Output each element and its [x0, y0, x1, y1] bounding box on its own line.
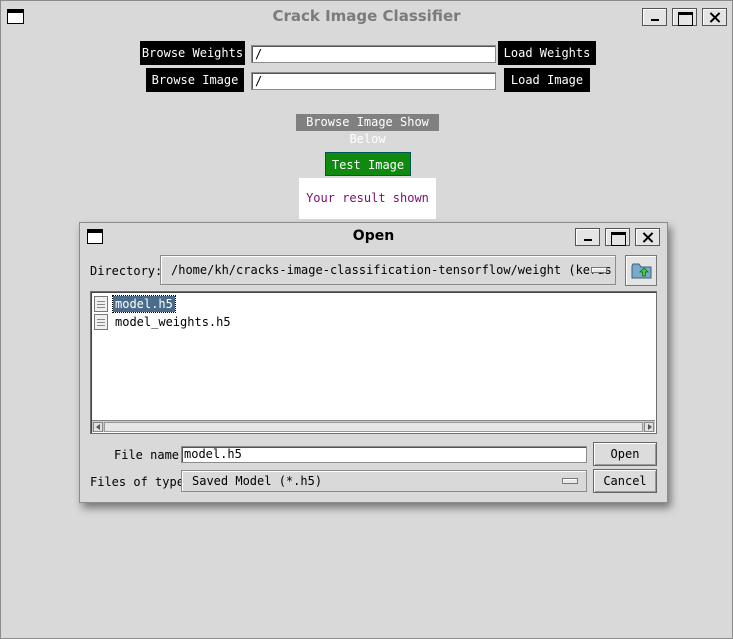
test-image-button[interactable]: Test Image: [325, 152, 411, 176]
dropdown-indicator-icon[interactable]: [562, 478, 578, 484]
scroll-right-icon[interactable]: [644, 422, 654, 432]
files-of-type-label: Files of type:: [90, 475, 192, 489]
scroll-left-icon[interactable]: [93, 422, 103, 432]
dialog-title-bar[interactable]: Open: [80, 223, 667, 251]
browse-weights-button[interactable]: Browse Weights: [140, 41, 245, 65]
file-icon: [94, 314, 108, 330]
file-list[interactable]: model.h5 model_weights.h5: [90, 291, 657, 434]
file-type-value: Saved Model (*.h5): [192, 474, 323, 488]
dropdown-indicator-icon[interactable]: [591, 267, 607, 273]
dialog-maximize-button[interactable]: [605, 228, 630, 246]
load-weights-button[interactable]: Load Weights: [498, 41, 596, 65]
main-title-bar[interactable]: Crack Image Classifier: [1, 1, 732, 31]
scrollbar-track[interactable]: [104, 422, 643, 432]
maximize-button[interactable]: [672, 8, 697, 26]
load-image-button[interactable]: Load Image: [504, 68, 590, 92]
directory-combobox[interactable]: /home/kh/cracks-image-classification-ten…: [160, 255, 616, 305]
file-name-label: File name:: [114, 448, 187, 462]
image-path-input[interactable]: /: [251, 72, 496, 90]
open-button[interactable]: Open: [593, 442, 657, 466]
parent-directory-button[interactable]: [625, 255, 657, 286]
dialog-minimize-button[interactable]: [575, 228, 600, 246]
directory-label: Directory:: [90, 264, 163, 278]
open-file-dialog: Open Directory: /home/kh/cracks-image-cl…: [79, 222, 668, 503]
dialog-close-button[interactable]: [635, 228, 660, 246]
close-button[interactable]: [702, 8, 727, 26]
browse-image-button[interactable]: Browse Image: [146, 68, 244, 92]
file-name-input[interactable]: model.h5: [181, 446, 587, 463]
cancel-button[interactable]: Cancel: [593, 469, 657, 493]
result-label: Your result shown here: [299, 178, 436, 246]
folder-up-icon: [631, 263, 652, 279]
weights-path-input[interactable]: /: [251, 45, 496, 63]
image-preview-label: Browse Image Show Below: [296, 114, 439, 146]
window-title: Crack Image Classifier: [272, 7, 461, 25]
file-type-combobox[interactable]: Saved Model (*.h5): [181, 470, 587, 492]
minimize-button[interactable]: [642, 8, 667, 26]
horizontal-scrollbar[interactable]: [92, 420, 655, 432]
file-icon: [94, 296, 108, 312]
